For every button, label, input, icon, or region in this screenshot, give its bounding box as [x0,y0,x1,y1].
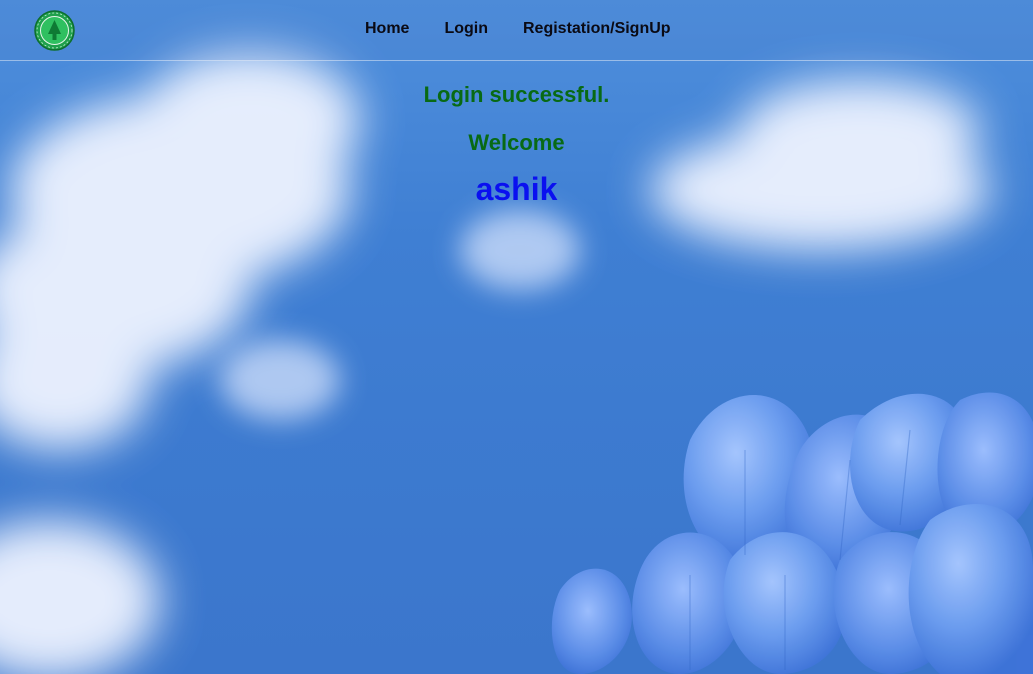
nav-login-link[interactable]: Login [444,19,488,39]
username-display: ashik [475,171,558,207]
top-navbar: Home Login Registation/SignUp [0,0,1033,61]
login-status-message: Login successful. [423,82,610,107]
nav-home-link[interactable]: Home [365,19,409,39]
main-content: Login successful. Welcome ashik [0,60,1033,208]
welcome-heading: Welcome [468,130,565,155]
nav-register-link[interactable]: Registation/SignUp [523,19,671,39]
university-seal-logo-icon[interactable] [34,10,75,51]
nav-links: Home Login Registation/SignUp [365,19,671,39]
